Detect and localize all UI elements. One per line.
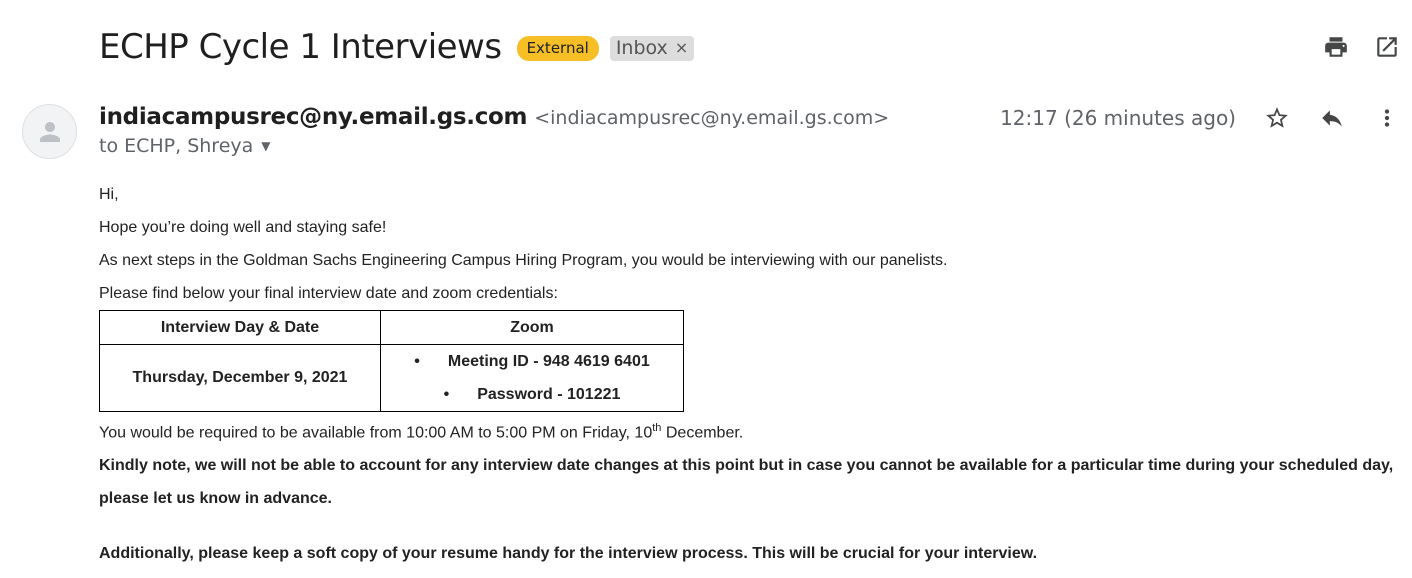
resume-paragraph: Additionally, please keep a soft copy of… [99,545,1038,563]
greeting: Hi, [99,186,119,203]
label-inbox[interactable]: Inbox × [609,35,695,61]
availability-month: December. [661,424,744,442]
message-actions [1264,105,1400,131]
zoom-cell: • Meeting ID - 948 4619 6401 • Password … [380,344,684,412]
table-header-zoom: Zoom [380,310,684,345]
table-header-row: Interview Day & Date Zoom [99,310,684,345]
interview-date: Thursday, December 9, 2021 [99,344,381,412]
recipients-line: to ECHP, Shreya ▼ [99,135,271,157]
label-external[interactable]: External [516,35,599,61]
availability-text: You would be required to be available fr… [99,424,653,442]
schedule-table: Interview Day & Date Zoom Thursday, Dece… [99,310,684,412]
chevron-down-icon[interactable]: ▼ [261,139,270,153]
remove-label-icon[interactable]: × [675,38,688,57]
thread-toolbar [1323,34,1400,60]
open-in-new-window-icon[interactable] [1374,34,1400,60]
table-header-date: Interview Day & Date [99,310,381,345]
body-line-3: Please find below your final interview d… [99,285,558,302]
list-item: • Meeting ID - 948 4619 6401 [381,345,683,378]
bullet: • [414,352,420,370]
recipients-text: to ECHP, Shreya [99,135,254,157]
person-icon [39,121,60,142]
meeting-id: Meeting ID - 948 4619 6401 [447,352,650,370]
message-body: Hi, Hope you’re doing well and staying s… [99,178,1404,570]
table-row: Thursday, December 9, 2021 • Meeting ID … [99,344,684,412]
sender-email: <indiacampusrec@ny.email.gs.com> [534,107,890,129]
avatar[interactable] [22,104,77,159]
reply-icon[interactable] [1319,105,1345,131]
email-subject: ECHP Cycle 1 Interviews [99,27,502,67]
sender-name[interactable]: indiacampusrec@ny.email.gs.com [99,104,528,130]
more-vert-icon[interactable] [1374,105,1400,131]
body-line-1: Hope you’re doing well and staying safe! [99,219,387,236]
body-line-2: As next steps in the Goldman Sachs Engin… [99,252,948,269]
message-time: 12:17 (26 minutes ago) [1000,106,1236,130]
note-paragraph: Kindly note, we will not be able to acco… [99,457,1394,508]
sender-line: indiacampusrec@ny.email.gs.com <indiacam… [99,104,889,130]
meeting-password: Password - 101221 [477,385,621,403]
availability-line: You would be required to be available fr… [99,412,1404,449]
subject-row: ECHP Cycle 1 Interviews External Inbox × [99,24,695,70]
star-icon[interactable] [1264,105,1290,131]
list-item: • Password - 101221 [381,378,683,411]
bullet: • [443,385,450,403]
label-inbox-text: Inbox [615,36,668,59]
print-icon[interactable] [1323,34,1349,60]
